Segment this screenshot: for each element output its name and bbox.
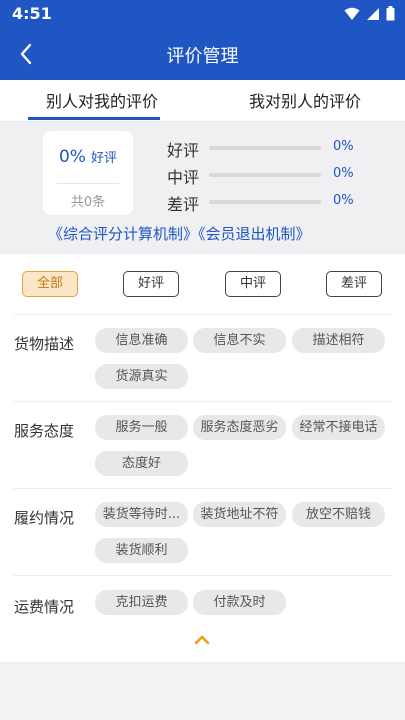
rating-summary: 0% 好评 共0条 好评 0% 中评 0% 差评 0% 《综合评分计算机制》《会… xyxy=(0,122,405,254)
category-service-attitude: 服务态度 服务一般 服务态度恶劣 经常不接电话 态度好 xyxy=(14,401,392,488)
nav-bar: 评价管理 xyxy=(0,28,405,80)
page-title: 评价管理 xyxy=(166,46,239,67)
rate-percent: 0% xyxy=(333,166,354,181)
rate-bar xyxy=(209,173,321,177)
tab-given-reviews[interactable]: 我对别人的评价 xyxy=(249,88,361,112)
tag-chip[interactable]: 装货等待时... xyxy=(95,502,188,527)
tab-bar: 别人对我的评价 我对别人的评价 xyxy=(0,80,405,122)
tag-chip[interactable]: 放空不赔钱 xyxy=(292,502,385,527)
tab-active-indicator xyxy=(28,117,160,120)
rate-row-neutral: 中评 0% xyxy=(167,164,367,187)
tag-chip[interactable]: 服务态度恶劣 xyxy=(193,415,286,440)
rate-label: 好评 xyxy=(167,141,200,160)
bottom-spacer xyxy=(0,662,405,720)
rate-bar xyxy=(209,200,321,204)
status-icons xyxy=(344,6,395,21)
category-name: 履约情况 xyxy=(14,509,75,527)
tag-chip[interactable]: 描述相符 xyxy=(292,328,385,353)
good-rate-label: 好评 xyxy=(91,151,118,166)
category-name: 运费情况 xyxy=(14,598,75,616)
rate-bar xyxy=(209,146,321,150)
filter-neutral[interactable]: 中评 xyxy=(225,271,281,297)
filter-bad[interactable]: 差评 xyxy=(326,271,382,297)
tag-chip[interactable]: 态度好 xyxy=(95,451,188,476)
filter-good[interactable]: 好评 xyxy=(123,271,179,297)
tag-chip[interactable]: 货源真实 xyxy=(95,364,188,389)
review-total: 共0条 xyxy=(70,195,106,210)
status-time: 4:51 xyxy=(12,4,52,23)
wifi-icon xyxy=(344,7,360,20)
category-fulfillment: 履约情况 装货等待时... 装货地址不符 放空不赔钱 装货顺利 xyxy=(14,488,392,575)
rate-row-bad: 差评 0% xyxy=(167,191,367,214)
rate-row-good: 好评 0% xyxy=(167,137,367,160)
tag-chip[interactable]: 装货顺利 xyxy=(95,538,188,563)
member-exit-link[interactable]: 《会员退出机制》 xyxy=(198,225,311,243)
tag-chip[interactable]: 装货地址不符 xyxy=(193,502,286,527)
score-card: 0% 好评 共0条 xyxy=(43,131,133,215)
rate-percent: 0% xyxy=(333,139,354,154)
category-name: 服务态度 xyxy=(14,422,75,440)
tag-chip[interactable]: 服务一般 xyxy=(95,415,188,440)
tag-chip[interactable]: 信息不实 xyxy=(193,328,286,353)
status-bar: 4:51 xyxy=(0,0,405,28)
rate-label: 中评 xyxy=(167,168,200,187)
tag-chip[interactable]: 信息准确 xyxy=(95,328,188,353)
review-filter-panel: 全部 好评 中评 差评 货物描述 信息准确 信息不实 描述相符 货源真实 服务态… xyxy=(0,254,405,662)
score-rule-link[interactable]: 《综合评分计算机制》 xyxy=(48,225,198,243)
battery-icon xyxy=(386,6,395,21)
category-freight: 运费情况 克扣运费 付款及时 xyxy=(14,575,392,627)
rate-percent: 0% xyxy=(333,193,354,208)
tag-chip[interactable]: 克扣运费 xyxy=(95,590,188,615)
collapse-button[interactable] xyxy=(191,632,213,648)
signal-icon xyxy=(367,7,379,20)
score-main: 0% 好评 xyxy=(43,147,133,167)
tab-received-reviews[interactable]: 别人对我的评价 xyxy=(46,88,158,112)
policy-links: 《综合评分计算机制》《会员退出机制》 xyxy=(48,223,311,244)
category-name: 货物描述 xyxy=(14,335,75,353)
category-goods-description: 货物描述 信息准确 信息不实 描述相符 货源真实 xyxy=(14,314,392,401)
tag-chip[interactable]: 经常不接电话 xyxy=(292,415,385,440)
good-rate-percent: 0% xyxy=(58,147,86,167)
tag-chip[interactable]: 付款及时 xyxy=(193,590,286,615)
score-divider xyxy=(57,183,119,184)
filter-all[interactable]: 全部 xyxy=(22,271,78,297)
rate-label: 差评 xyxy=(167,195,200,214)
chevron-up-icon xyxy=(194,635,210,645)
